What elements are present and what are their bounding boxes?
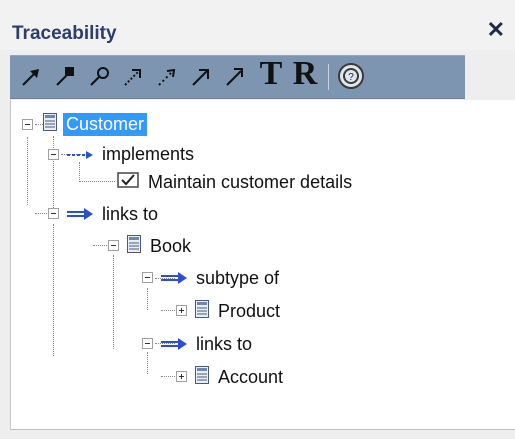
tree-node-links-to-2[interactable]: links to: [161, 331, 255, 357]
tree-node-book[interactable]: Book: [127, 233, 194, 259]
tree-node-label: Maintain customer details: [148, 171, 353, 192]
collapse-toggle-subtype-of[interactable]: [142, 272, 153, 283]
tree-node-account[interactable]: Account: [195, 364, 286, 390]
toolbar: T R ?: [10, 55, 465, 99]
diagonal-arrow-icon[interactable]: [186, 63, 216, 91]
help-icon[interactable]: ?: [336, 60, 366, 92]
tree-node-label: Customer: [63, 112, 148, 136]
close-icon[interactable]: ✕: [487, 19, 505, 41]
link-icon: [161, 268, 187, 289]
tree-node-label: subtype of: [196, 267, 280, 288]
diagonal-arrow-alt-icon[interactable]: [220, 63, 250, 91]
dashed-arrow-alt-icon[interactable]: [152, 63, 182, 91]
traceability-tree: Customer implements Maintain customer de…: [10, 100, 515, 430]
class-icon: [127, 234, 141, 258]
dashed-arrow-icon[interactable]: [118, 63, 148, 91]
toolbar-separator: [328, 64, 329, 90]
collapse-toggle-links-to-2[interactable]: [142, 338, 153, 349]
svg-text:?: ?: [348, 72, 354, 83]
tree-node-maintain-customer-details[interactable]: Maintain customer details: [117, 169, 355, 195]
traceability-panel: Traceability ✕ T R ? Customer implements…: [0, 0, 515, 439]
class-icon: [43, 112, 57, 136]
link-arrow-icon[interactable]: [16, 63, 46, 91]
tree-node-product[interactable]: Product: [195, 298, 283, 324]
text-t-button[interactable]: T: [256, 57, 286, 91]
tree-node-label: implements: [102, 143, 195, 164]
collapse-toggle-implements[interactable]: [48, 149, 59, 160]
tree-node-label: links to: [102, 203, 159, 224]
collapse-toggle-book[interactable]: [108, 240, 119, 251]
panel-titlebar: Traceability ✕: [0, 0, 515, 50]
tree-node-subtype-of[interactable]: subtype of: [161, 265, 282, 291]
tree-node-links-to[interactable]: links to: [67, 201, 161, 227]
link-arrow-filled-icon[interactable]: [50, 63, 80, 91]
link-icon: [161, 334, 187, 355]
collapse-toggle-customer[interactable]: [22, 119, 33, 130]
class-icon: [195, 299, 209, 323]
tree-node-label: Account: [218, 366, 284, 387]
tree-node-label: Book: [150, 235, 192, 256]
find-link-icon[interactable]: [84, 63, 114, 91]
expand-toggle-account[interactable]: [176, 371, 187, 382]
class-icon: [195, 365, 209, 389]
link-icon: [67, 204, 93, 225]
collapse-toggle-links-to[interactable]: [48, 208, 59, 219]
panel-title: Traceability: [12, 23, 117, 44]
dashed-link-icon: [67, 144, 93, 165]
checkbox-icon: [117, 171, 139, 193]
text-r-button[interactable]: R: [290, 57, 320, 91]
expand-toggle-product[interactable]: [176, 305, 187, 316]
tree-node-customer[interactable]: Customer: [43, 111, 148, 137]
tree-node-implements[interactable]: implements: [67, 141, 197, 167]
tree-node-label: links to: [196, 333, 253, 354]
tree-node-label: Product: [218, 300, 281, 321]
